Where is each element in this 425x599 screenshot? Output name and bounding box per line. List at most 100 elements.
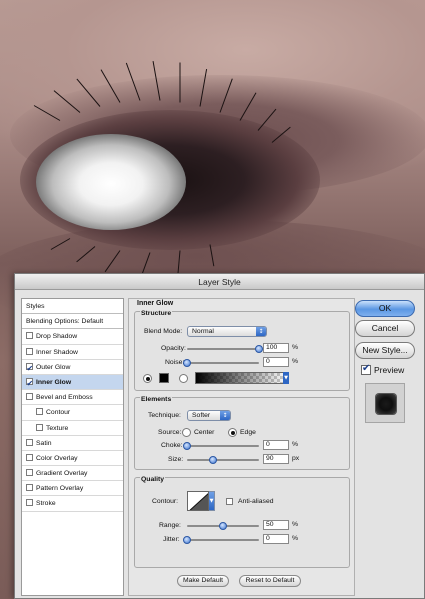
make-default-button[interactable]: Make Default [177, 575, 229, 587]
styles-list-item[interactable]: Bevel and Emboss [22, 390, 123, 406]
slider-track [187, 445, 259, 447]
quality-title: Quality [140, 476, 166, 483]
blend-mode-select[interactable]: Normal ↕ [187, 326, 267, 337]
eyelash [179, 62, 181, 103]
contour-label: Contour: [152, 498, 179, 505]
styles-list-item[interactable]: Gradient Overlay [22, 466, 123, 482]
styles-list-item[interactable]: Texture [22, 421, 123, 436]
styles-list-item[interactable]: Color Overlay [22, 451, 123, 467]
blend-mode-label: Blend Mode: [144, 328, 183, 335]
range-slider[interactable] [187, 522, 259, 530]
styles-list-item-label: Color Overlay [36, 454, 78, 462]
cancel-button[interactable]: Cancel [355, 320, 415, 337]
styles-list-item[interactable]: Outer Glow [22, 360, 123, 376]
choke-slider[interactable] [183, 442, 259, 450]
styles-list-item[interactable]: Satin [22, 436, 123, 451]
bevel-emboss-checkbox[interactable] [26, 393, 33, 401]
quality-group: Quality Contour: ▼ Anti-aliased Range: 5… [134, 476, 350, 568]
reset-to-default-button[interactable]: Reset to Default [239, 575, 301, 587]
slider-track [187, 348, 259, 350]
slider-thumb[interactable] [183, 359, 191, 367]
structure-group: Structure Blend Mode: Normal ↕ Opacity: … [134, 310, 350, 391]
glow-color-swatch[interactable] [159, 373, 169, 383]
styles-list-item-label: Drop Shadow [36, 333, 78, 341]
glow-gradient-picker[interactable]: ▼ [195, 372, 289, 384]
color-overlay-checkbox[interactable] [26, 453, 33, 461]
styles-list-item-label: Inner Glow [36, 378, 72, 386]
jitter-slider[interactable] [183, 536, 259, 544]
new-style-button[interactable]: New Style... [355, 342, 415, 359]
panel-title: Inner Glow [137, 300, 174, 307]
slider-thumb[interactable] [208, 456, 217, 464]
noise-slider[interactable] [183, 359, 259, 367]
select-arrows-icon: ↕ [220, 411, 230, 420]
styles-list-item[interactable]: Styles [22, 299, 123, 315]
styles-list-item[interactable]: Drop Shadow [22, 329, 123, 345]
source-edge-label: Edge [240, 429, 256, 436]
size-field[interactable]: 90 [263, 454, 289, 464]
inner-shadow-checkbox[interactable] [26, 347, 33, 355]
range-field[interactable]: 50 [263, 520, 289, 530]
inner-glow-panel: Inner Glow Structure Blend Mode: Normal … [128, 298, 355, 596]
size-slider[interactable] [187, 456, 259, 464]
choke-unit: % [292, 441, 299, 448]
styles-list-item-label: Contour [46, 409, 71, 417]
styles-list-item-label: Satin [36, 439, 52, 447]
noise-unit: % [292, 358, 299, 365]
inner-glow-checkbox[interactable] [26, 376, 33, 391]
opacity-field[interactable]: 100 [263, 343, 289, 353]
gradient-dropdown-icon: ▼ [283, 372, 289, 384]
styles-list-item-label: Styles [26, 303, 45, 310]
pattern-overlay-checkbox[interactable] [26, 484, 33, 492]
styles-list-item[interactable]: Contour [22, 405, 123, 421]
solid-color-radio[interactable] [143, 374, 152, 383]
size-unit: px [292, 455, 300, 462]
preview-checkbox[interactable] [361, 363, 371, 375]
source-edge-radio[interactable] [228, 428, 237, 437]
styles-list-item-label: Outer Glow [36, 363, 71, 371]
styles-list-item-label: Gradient Overlay [36, 470, 88, 478]
slider-thumb[interactable] [255, 345, 263, 353]
styles-list-item[interactable]: Inner Shadow [22, 345, 123, 360]
satin-checkbox[interactable] [26, 438, 33, 446]
slider-thumb[interactable] [219, 522, 227, 530]
texture-checkbox[interactable] [36, 423, 43, 431]
opacity-unit: % [292, 344, 299, 351]
drop-shadow-checkbox[interactable] [26, 332, 33, 340]
ok-button[interactable]: OK [355, 300, 415, 317]
range-label: Range: [159, 522, 181, 529]
elements-group: Elements Technique: Softer ↕ Source: Cen… [134, 396, 350, 470]
style-preview-thumbnail [365, 383, 405, 423]
opacity-slider[interactable] [187, 345, 263, 353]
gradient-overlay-checkbox[interactable] [26, 469, 33, 477]
noise-field[interactable]: 0 [263, 357, 289, 367]
anti-aliased-checkbox[interactable] [226, 498, 233, 505]
source-label: Source: [158, 429, 182, 436]
slider-thumb[interactable] [183, 442, 191, 450]
contour-curve-icon [189, 493, 208, 510]
contour-checkbox[interactable] [36, 408, 43, 416]
contour-picker[interactable] [187, 491, 209, 511]
styles-list-item-selected[interactable]: Inner Glow [22, 374, 123, 391]
styles-list-item[interactable]: Pattern Overlay [22, 481, 123, 497]
styles-list-item-label: Inner Shadow [36, 348, 78, 356]
styles-list-item-label: Bevel and Emboss [36, 394, 93, 402]
noise-label: Noise: [165, 359, 185, 366]
jitter-label: Jitter: [163, 536, 180, 543]
select-arrows-icon: ↕ [256, 327, 266, 336]
outer-glow-checkbox[interactable] [26, 361, 33, 376]
source-center-radio[interactable] [182, 428, 191, 437]
jitter-field[interactable]: 0 [263, 534, 289, 544]
range-unit: % [292, 521, 299, 528]
glowing-eyeball [36, 134, 186, 230]
blend-mode-value: Normal [192, 328, 214, 335]
stroke-checkbox[interactable] [26, 499, 33, 507]
styles-list-item[interactable]: Stroke [22, 496, 123, 512]
styles-list-item[interactable]: Blending Options: Default [22, 314, 123, 330]
technique-select[interactable]: Softer ↕ [187, 410, 231, 421]
contour-dropdown-icon[interactable]: ▼ [209, 491, 215, 511]
jitter-unit: % [292, 535, 299, 542]
slider-thumb[interactable] [183, 536, 191, 544]
gradient-radio[interactable] [179, 374, 188, 383]
choke-field[interactable]: 0 [263, 440, 289, 450]
